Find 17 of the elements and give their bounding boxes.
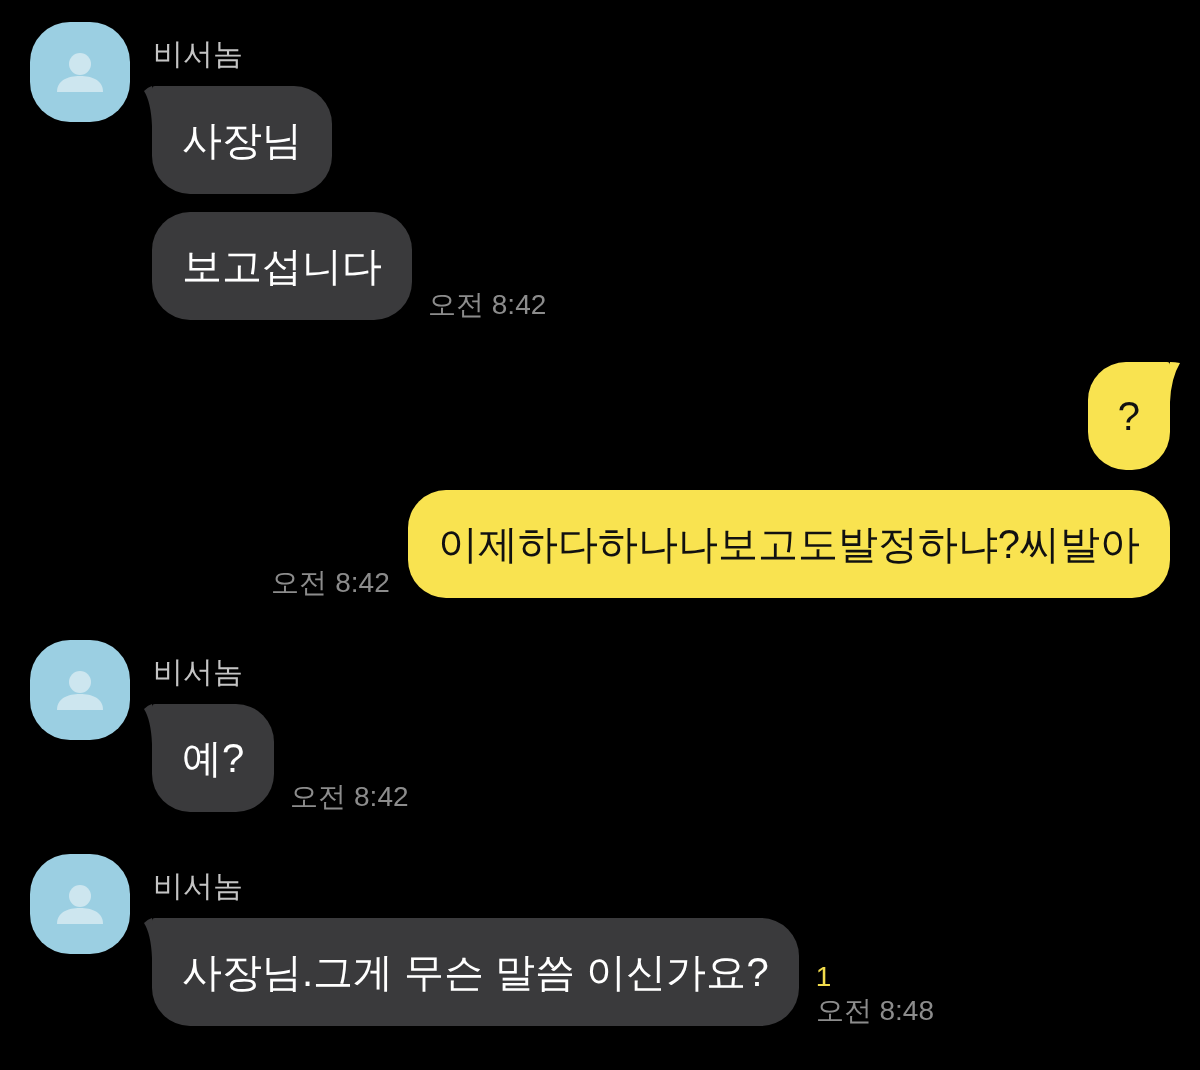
unread-count: 1 xyxy=(815,960,832,994)
message-bubble: 이제하다하나나보고도발정하냐?씨발아 xyxy=(407,490,1170,598)
message-bubble: 보고섭니다 xyxy=(152,212,412,320)
avatar-icon[interactable] xyxy=(30,22,130,122)
message-time: 오전 8:42 xyxy=(271,566,390,600)
message-bubble: ? xyxy=(1087,362,1170,470)
message-time: 오전 8:42 xyxy=(428,288,547,322)
message-time: 오전 8:48 xyxy=(815,994,934,1028)
avatar-icon[interactable] xyxy=(30,640,130,740)
sender-name: 비서놈 xyxy=(153,654,243,690)
sender-name: 비서놈 xyxy=(153,868,243,904)
avatar-icon[interactable] xyxy=(30,854,130,954)
message-bubble: 사장님 xyxy=(152,86,332,194)
message-bubble: 사장님.그게 무슨 말씀 이신가요? xyxy=(152,918,799,1026)
message-time: 오전 8:42 xyxy=(290,780,409,814)
sender-name: 비서놈 xyxy=(153,36,243,72)
message-bubble: 예? xyxy=(152,704,275,812)
